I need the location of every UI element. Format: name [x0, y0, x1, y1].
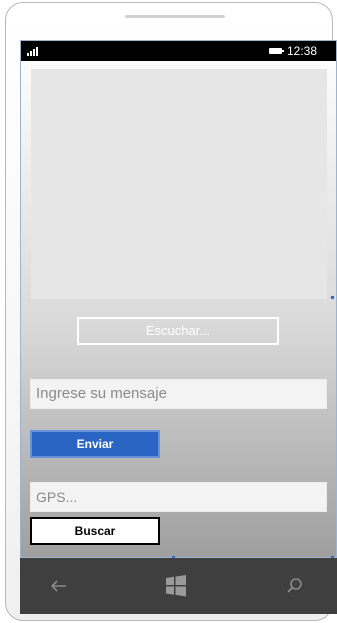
status-time: 12:38 — [287, 44, 318, 58]
listen-button[interactable]: Escuchar... — [77, 317, 279, 345]
message-input[interactable]: Ingrese su mensaje — [30, 379, 327, 409]
selection-handle[interactable] — [331, 296, 334, 299]
send-button[interactable]: Enviar — [30, 430, 160, 458]
status-bar: 12:38 — [21, 41, 336, 61]
media-display — [31, 69, 327, 299]
search-icon[interactable] — [281, 572, 309, 600]
phone-speaker — [125, 15, 225, 18]
back-arrow-icon[interactable] — [44, 572, 72, 600]
signal-bars-icon — [27, 47, 38, 56]
gps-input[interactable]: GPS... — [30, 482, 327, 512]
windows-logo-icon[interactable] — [162, 572, 190, 600]
phone-frame: 12:38 Escuchar... Ingrese su mensaje Env… — [5, 2, 337, 621]
search-button[interactable]: Buscar — [30, 517, 160, 545]
phone-screen: 12:38 Escuchar... Ingrese su mensaje Env… — [20, 40, 337, 558]
battery-icon — [269, 48, 284, 54]
navigation-bar — [20, 558, 337, 614]
